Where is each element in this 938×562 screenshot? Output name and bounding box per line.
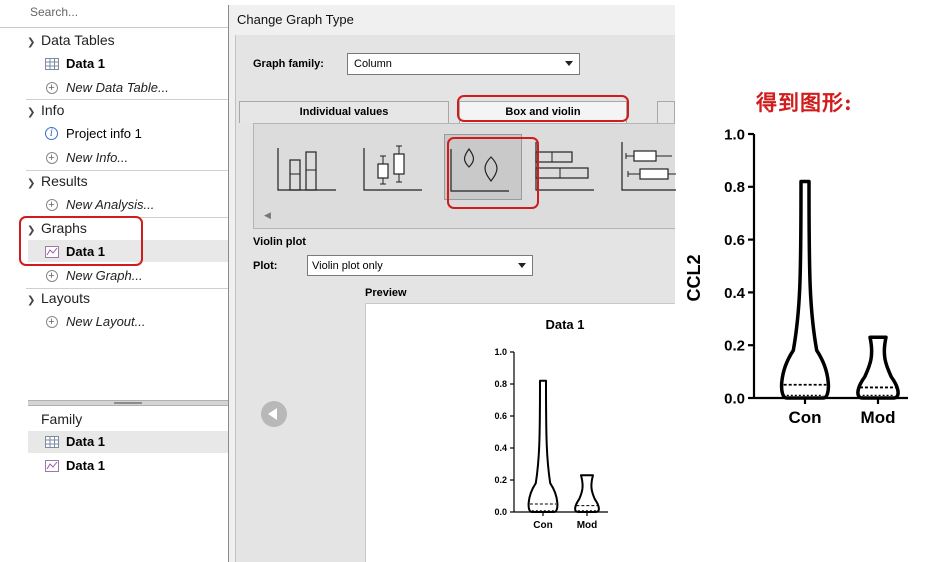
y-tick-label: 0.2	[724, 338, 745, 355]
scroll-left-arrow-icon[interactable]: ◀	[264, 210, 271, 221]
x-tick-label: Con	[788, 408, 821, 427]
y-tick-label: 0.6	[494, 411, 507, 421]
x-tick-label: Mod	[577, 520, 598, 531]
main-violin-chart: CCL2 0.0 0.2 0.4 0.6 0.8 1.0 Con Mod	[684, 126, 908, 427]
violin-con	[779, 179, 831, 400]
plot-select[interactable]: Violin plot only	[307, 255, 533, 276]
thumb-box-whisker[interactable]	[358, 134, 436, 200]
thumb-horizontal-bars[interactable]	[530, 134, 608, 200]
box-whisker-icon	[363, 145, 422, 191]
chevron-down-icon	[565, 61, 573, 66]
violin-mod	[574, 474, 600, 513]
plus-circle-icon: +	[44, 198, 59, 212]
preview-violin-chart: Data 1 0.0 0.2 0.4 0.6 0.8 1.0 Con Mod	[494, 317, 608, 531]
y-tick-label: 0.8	[494, 379, 507, 389]
nav-item-data-table[interactable]: Data 1	[44, 53, 105, 74]
info-icon: i	[44, 127, 59, 141]
violin-plot-section-label: Violin plot	[253, 236, 306, 248]
plus-circle-icon: +	[44, 269, 59, 283]
thumb-column-bars[interactable]	[272, 134, 350, 200]
dialog-title: Change Graph Type	[237, 12, 354, 27]
nav-item-new-graph[interactable]: + New Graph...	[44, 265, 143, 286]
highlight-tab-annotation	[457, 95, 629, 122]
chevron-down-icon: ❯	[27, 107, 36, 118]
plus-circle-icon: +	[44, 81, 59, 95]
table-icon	[44, 435, 59, 449]
search-input[interactable]: Search...	[30, 5, 78, 19]
y-tick-label: 1.0	[724, 126, 745, 143]
nav-item-new-layout[interactable]: + New Layout...	[44, 311, 146, 332]
nav-item-new-data-table[interactable]: + New Data Table...	[44, 77, 169, 98]
graph-family-select[interactable]: Column	[347, 53, 580, 75]
highlight-graphs-annotation	[19, 216, 143, 266]
divider	[26, 99, 228, 100]
nav-item-project-info[interactable]: i Project info 1	[44, 123, 142, 144]
result-caption: 得到图形:	[756, 90, 853, 115]
divider	[26, 288, 228, 289]
splitter-grip	[114, 402, 142, 404]
y-tick-label: 1.0	[494, 347, 507, 357]
section-layouts[interactable]: ❯ Layouts	[27, 290, 90, 310]
divider	[26, 170, 228, 171]
tab-more[interactable]	[657, 101, 675, 123]
nav-item-new-info[interactable]: + New Info...	[44, 147, 128, 168]
family-title: Family	[41, 411, 83, 427]
table-icon	[44, 57, 59, 71]
highlight-violin-annotation	[447, 137, 539, 209]
section-info[interactable]: ❯ Info	[27, 102, 64, 122]
horizontal-bars-icon	[535, 142, 594, 191]
navigator-panel: Search... ❯ Data Tables Data 1 + New Data…	[0, 0, 228, 562]
previous-arrow-icon[interactable]	[261, 401, 287, 427]
y-tick-label: 0.0	[724, 390, 745, 407]
search-box[interactable]: Search...	[0, 0, 228, 28]
y-tick-label: 0.2	[494, 475, 507, 485]
thumb-horizontal-box[interactable]	[616, 134, 676, 200]
tab-individual-values[interactable]: Individual values	[239, 101, 449, 123]
y-tick-label: 0.0	[494, 507, 507, 517]
y-tick-label: 0.4	[724, 285, 746, 302]
chevron-down-icon: ❯	[27, 295, 36, 306]
violin-mod	[856, 335, 900, 400]
family-item-graph[interactable]: Data 1	[44, 455, 105, 476]
plot-label: Plot:	[253, 260, 278, 272]
column-bars-icon	[277, 148, 336, 191]
nav-item-new-analysis[interactable]: + New Analysis...	[44, 194, 154, 215]
graph-family-label: Graph family:	[253, 58, 324, 70]
y-tick-label: 0.8	[724, 179, 745, 196]
chevron-down-icon: ❯	[27, 37, 36, 48]
x-tick-label: Mod	[861, 408, 896, 427]
section-results[interactable]: ❯ Results	[27, 173, 88, 193]
violin-con	[527, 379, 559, 513]
chevron-down-icon: ❯	[27, 178, 36, 189]
horizontal-box-icon	[621, 142, 676, 191]
chevron-down-icon	[518, 263, 526, 268]
x-tick-label: Con	[533, 520, 552, 531]
graph-icon	[44, 459, 59, 473]
plus-circle-icon: +	[44, 315, 59, 329]
main-chart-ylabel: CCL2	[684, 254, 704, 301]
preview-label: Preview	[365, 287, 407, 299]
preview-chart-title: Data 1	[545, 317, 584, 332]
dialog-title-bar[interactable]: Change Graph Type	[229, 5, 675, 35]
section-data-tables[interactable]: ❯ Data Tables	[27, 32, 115, 52]
plus-circle-icon: +	[44, 151, 59, 165]
family-item-data-table[interactable]: Data 1	[44, 431, 105, 452]
y-tick-label: 0.4	[494, 443, 507, 453]
y-tick-label: 0.6	[724, 232, 745, 249]
pane-splitter[interactable]	[28, 400, 228, 406]
